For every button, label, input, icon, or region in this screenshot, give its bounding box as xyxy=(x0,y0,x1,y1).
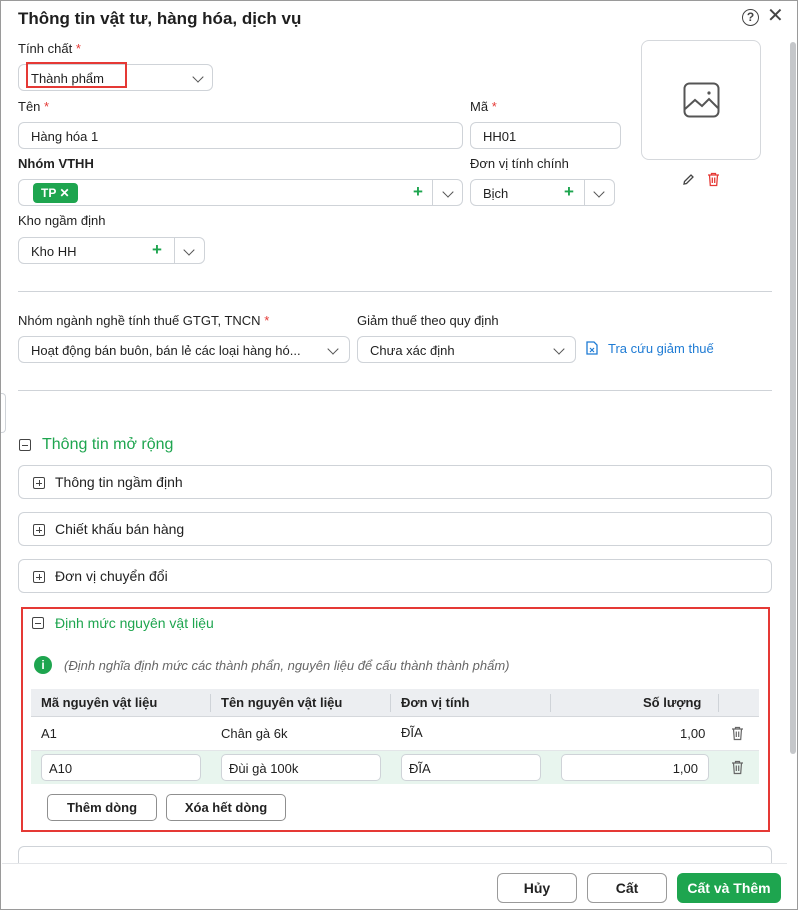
ma-input[interactable]: HH01 xyxy=(470,122,621,149)
table-row[interactable]: A10 Đùi gà 100k ĐĨA 1,00 xyxy=(31,751,759,784)
giam-thue-select[interactable]: Chưa xác định xyxy=(357,336,576,363)
col-don-vi-tinh: Đơn vị tính xyxy=(401,695,470,710)
ten-input[interactable]: Hàng hóa 1 xyxy=(18,122,463,149)
ma-value: HH01 xyxy=(483,129,517,144)
close-icon[interactable]: ✕ xyxy=(767,5,784,27)
divider xyxy=(718,694,719,712)
delete-row-icon[interactable] xyxy=(731,726,744,741)
nhom-nganh-select[interactable]: Hoạt động bán buôn, bán lẻ các loại hàng… xyxy=(18,336,350,363)
col-ten-nvl: Tên nguyên vật liệu xyxy=(221,695,343,710)
table-row[interactable]: A1 Chân gà 6k ĐĨA 1,00 xyxy=(31,717,759,751)
collapse-icon[interactable] xyxy=(32,617,44,629)
side-tab-handle[interactable] xyxy=(1,393,6,433)
footer-bar xyxy=(2,863,787,909)
divider xyxy=(432,180,433,205)
image-placeholder-icon xyxy=(683,82,720,118)
name-input[interactable]: Đùi gà 100k xyxy=(221,754,381,781)
tinh-chat-select[interactable]: Thành phẩm xyxy=(18,62,213,91)
cancel-button[interactable]: Hủy xyxy=(497,873,577,903)
collapse-icon[interactable] xyxy=(19,439,31,451)
kho-label: Kho ngầm định xyxy=(18,213,106,228)
chevron-down-icon xyxy=(327,343,339,355)
divider xyxy=(390,694,391,712)
divider xyxy=(584,180,585,205)
dvt-label: Đơn vị tính chính xyxy=(470,156,569,171)
dinh-muc-note: (Định nghĩa định mức các thành phẩn, ngu… xyxy=(64,658,510,673)
document-search-icon[interactable] xyxy=(586,341,598,355)
nhom-vthh-label: Nhóm VTHH xyxy=(18,156,94,171)
nhom-nganh-label: Nhóm ngành nghề tính thuế GTGT, TNCN * xyxy=(18,313,270,328)
divider xyxy=(210,694,211,712)
giam-thue-label: Giảm thuế theo quy định xyxy=(357,313,499,328)
cell-qty: 1,00 xyxy=(680,726,706,741)
add-nhom-icon[interactable]: + xyxy=(413,183,423,201)
panel-thong-tin-ngam-dinh[interactable]: Thông tin ngầm định xyxy=(18,465,772,499)
kho-value: Kho HH xyxy=(31,244,77,259)
panel-label: Đơn vị chuyển đổi xyxy=(55,568,168,584)
chevron-down-icon[interactable] xyxy=(593,186,605,198)
dvt-value: Bịch xyxy=(483,186,509,201)
help-icon[interactable]: ? xyxy=(742,9,759,26)
edit-image-icon[interactable] xyxy=(682,173,695,186)
section-divider xyxy=(18,291,772,292)
delete-row-icon[interactable] xyxy=(731,760,744,775)
panel-label: Chiết khấu bán hàng xyxy=(55,521,185,537)
delete-image-icon[interactable] xyxy=(707,172,720,187)
save-and-add-button[interactable]: Cất và Thêm xyxy=(677,873,781,903)
add-kho-icon[interactable]: + xyxy=(152,241,162,259)
cell-code: A1 xyxy=(41,726,57,741)
kho-select[interactable]: Kho HH + xyxy=(18,237,205,264)
divider xyxy=(550,694,551,712)
code-input[interactable]: A10 xyxy=(41,754,201,781)
chevron-down-icon xyxy=(192,71,204,83)
dialog-title: Thông tin vật tư, hàng hóa, dịch vụ xyxy=(18,9,302,28)
qty-input[interactable]: 1,00 xyxy=(561,754,709,781)
panel-don-vi-chuyen-doi[interactable]: Đơn vị chuyển đổi xyxy=(18,559,772,593)
expand-icon xyxy=(33,477,45,489)
bom-table-header: Mã nguyên vật liệu Tên nguyên vật liệu Đ… xyxy=(31,689,759,717)
scrollbar-thumb[interactable] xyxy=(790,42,796,754)
ma-label: Mã * xyxy=(470,99,497,114)
thong-tin-mo-rong-title[interactable]: Thông tin mở rộng xyxy=(42,436,173,454)
col-so-luong: Số lượng xyxy=(643,695,702,710)
giam-thue-value: Chưa xác định xyxy=(370,343,455,358)
nhom-vthh-select[interactable]: TP ✕ + xyxy=(18,179,463,206)
expand-icon xyxy=(33,571,45,583)
expand-icon xyxy=(33,524,45,536)
nhom-nganh-value: Hoạt động bán buôn, bán lẻ các loại hàng… xyxy=(31,343,301,358)
info-icon: i xyxy=(34,656,52,674)
ten-label: Tên * xyxy=(18,99,50,114)
code-value: A10 xyxy=(49,761,73,776)
save-button[interactable]: Cất xyxy=(587,873,667,903)
tra-cuu-giam-thue-link[interactable]: Tra cứu giảm thuế xyxy=(608,341,714,356)
panel-label: Thông tin ngầm định xyxy=(55,474,183,490)
divider xyxy=(174,238,175,263)
tinh-chat-value: Thành phẩm xyxy=(31,71,104,86)
clear-rows-button[interactable]: Xóa hết dòng xyxy=(166,794,286,821)
dvt-select[interactable]: Bịch + xyxy=(470,179,615,206)
cell-name: Chân gà 6k xyxy=(221,726,288,741)
panel-chiet-khau-ban-hang[interactable]: Chiết khấu bán hàng xyxy=(18,512,772,546)
add-row-button[interactable]: Thêm dòng xyxy=(47,794,157,821)
nhom-chip[interactable]: TP ✕ xyxy=(33,183,78,203)
section-divider xyxy=(18,390,772,391)
qty-value: 1,00 xyxy=(672,761,698,776)
cell-unit: ĐĨA xyxy=(401,725,423,740)
tinh-chat-label: Tính chất * xyxy=(18,41,81,56)
unit-value: ĐĨA xyxy=(409,761,431,776)
col-ma-nvl: Mã nguyên vật liệu xyxy=(41,695,158,710)
add-dvt-icon[interactable]: + xyxy=(564,183,574,201)
chevron-down-icon xyxy=(553,343,565,355)
dinh-muc-title[interactable]: Định mức nguyên vật liệu xyxy=(55,615,214,631)
item-dialog: Thông tin vật tư, hàng hóa, dịch vụ ? ✕ … xyxy=(0,0,798,910)
unit-input[interactable]: ĐĨA xyxy=(401,754,541,781)
ten-value: Hàng hóa 1 xyxy=(31,129,99,144)
name-value: Đùi gà 100k xyxy=(229,761,299,776)
chip-remove-icon[interactable]: ✕ xyxy=(59,186,69,200)
chevron-down-icon[interactable] xyxy=(442,186,454,198)
chevron-down-icon[interactable] xyxy=(183,244,195,256)
image-upload-box[interactable] xyxy=(641,40,761,160)
